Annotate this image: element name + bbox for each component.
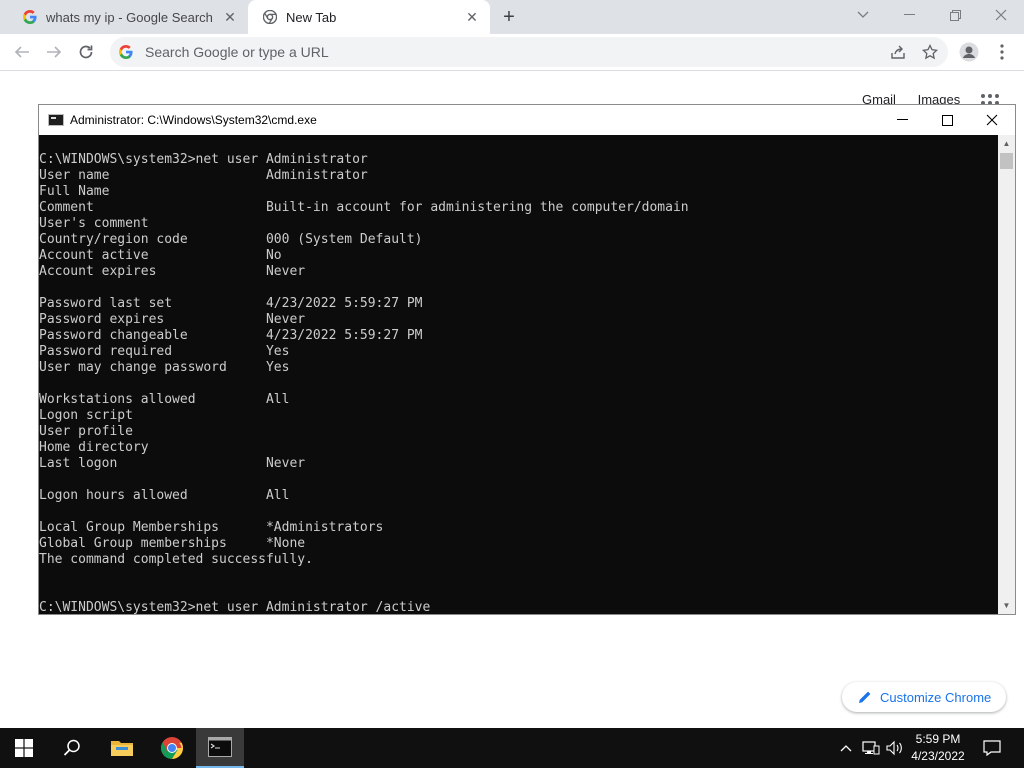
console-line: Country/region code 000 (System Default) [39,232,423,247]
console-lines: C:\WINDOWS\system32>net user Administrat… [39,135,999,614]
tab-strip: whats my ip - Google Search ✕ New Tab ✕ … [0,0,1024,34]
network-icon[interactable] [860,728,882,768]
close-window-icon[interactable] [978,0,1024,30]
reload-icon[interactable] [72,38,100,66]
cmd-close-icon[interactable] [969,105,1015,135]
cmd-scrollbar[interactable]: ▲ ▼ [998,135,1015,614]
forward-arrow-icon[interactable] [40,38,68,66]
tab-search-chevron-icon[interactable] [840,0,886,30]
console-line: Last logon Never [39,456,306,471]
cmd-window[interactable]: Administrator: C:\Windows\System32\cmd.e… [38,104,1016,615]
minimize-icon[interactable] [886,0,932,30]
address-bar[interactable] [110,37,948,67]
back-arrow-icon[interactable] [8,38,36,66]
google-g-icon [22,9,38,25]
chrome-taskbar-icon[interactable] [148,728,196,768]
cmd-window-title: Administrator: C:\Windows\System32\cmd.e… [70,113,317,127]
console-line: C:\WINDOWS\system32>net user Administrat… [39,600,431,614]
scroll-up-arrow-icon[interactable]: ▲ [998,135,1015,152]
omnibox-input[interactable] [143,43,948,61]
tab-title: whats my ip - Google Search [46,9,213,25]
cmd-maximize-icon[interactable] [924,105,970,135]
clock-time: 5:59 PM [915,732,961,746]
tab-close-icon[interactable]: ✕ [220,7,240,27]
console-line: Comment Built-in account for administeri… [39,200,689,215]
scroll-down-arrow-icon[interactable]: ▼ [998,597,1015,614]
new-tab-plus-icon[interactable]: + [498,6,520,28]
browser-toolbar [0,34,1024,71]
pencil-icon [858,690,872,704]
cmd-console-output[interactable]: C:\WINDOWS\system32>net user Administrat… [39,135,999,614]
taskbar-clock[interactable]: 5:59 PM 4/23/2022 [906,731,970,765]
console-line: C:\WINDOWS\system32>net user Administrat… [39,152,368,167]
console-line: User's comment [39,216,149,231]
clock-date: 4/23/2022 [911,749,965,763]
console-line: Local Group Memberships *Administrators [39,520,384,535]
chrome-menu-icon[interactable] [988,38,1016,66]
console-line: Account expires Never [39,264,306,279]
show-hidden-icons-chevron-icon[interactable] [836,728,856,768]
console-line: Account active No [39,248,282,263]
console-line: Logon script [39,408,133,423]
customize-chrome-label: Customize Chrome [880,689,992,705]
console-line: Global Group memberships *None [39,536,306,551]
restore-icon[interactable] [932,0,978,30]
windows-taskbar: 5:59 PM 4/23/2022 [0,728,1024,768]
volume-icon[interactable] [884,728,906,768]
customize-chrome-button[interactable]: Customize Chrome [842,682,1006,712]
console-line: The command completed successfully. [39,552,313,567]
start-windows-icon[interactable] [0,728,48,768]
tab-title: New Tab [286,9,337,25]
profile-avatar-icon[interactable] [955,38,983,66]
tab-close-icon[interactable]: ✕ [462,7,482,27]
cmd-taskbar-icon[interactable] [196,728,244,768]
notifications-icon[interactable] [978,728,1006,768]
console-line: User profile [39,424,133,439]
console-line: Home directory [39,440,149,455]
cmd-app-icon [48,114,64,126]
tab-google-search[interactable]: whats my ip - Google Search ✕ [8,0,248,34]
console-line: User name Administrator [39,168,368,183]
share-icon[interactable] [888,42,908,62]
bookmark-star-icon[interactable] [920,42,940,62]
console-line: Full Name [39,184,110,199]
cmd-minimize-icon[interactable] [879,105,925,135]
console-line: Password changeable 4/23/2022 5:59:27 PM [39,328,423,343]
console-line: User may change password Yes [39,360,290,375]
console-line: Workstations allowed All [39,392,290,407]
scroll-thumb[interactable] [1000,153,1013,169]
console-line: Password required Yes [39,344,290,359]
console-line: Password expires Never [39,312,306,327]
google-g-icon [119,44,135,60]
search-icon[interactable] [48,728,96,768]
console-line: Logon hours allowed All [39,488,290,503]
file-explorer-folder-icon[interactable] [98,728,146,768]
console-line: Password last set 4/23/2022 5:59:27 PM [39,296,423,311]
cmd-title-bar[interactable]: Administrator: C:\Windows\System32\cmd.e… [39,105,1015,135]
tab-new-tab[interactable]: New Tab ✕ [248,0,490,34]
chrome-icon [262,9,278,25]
